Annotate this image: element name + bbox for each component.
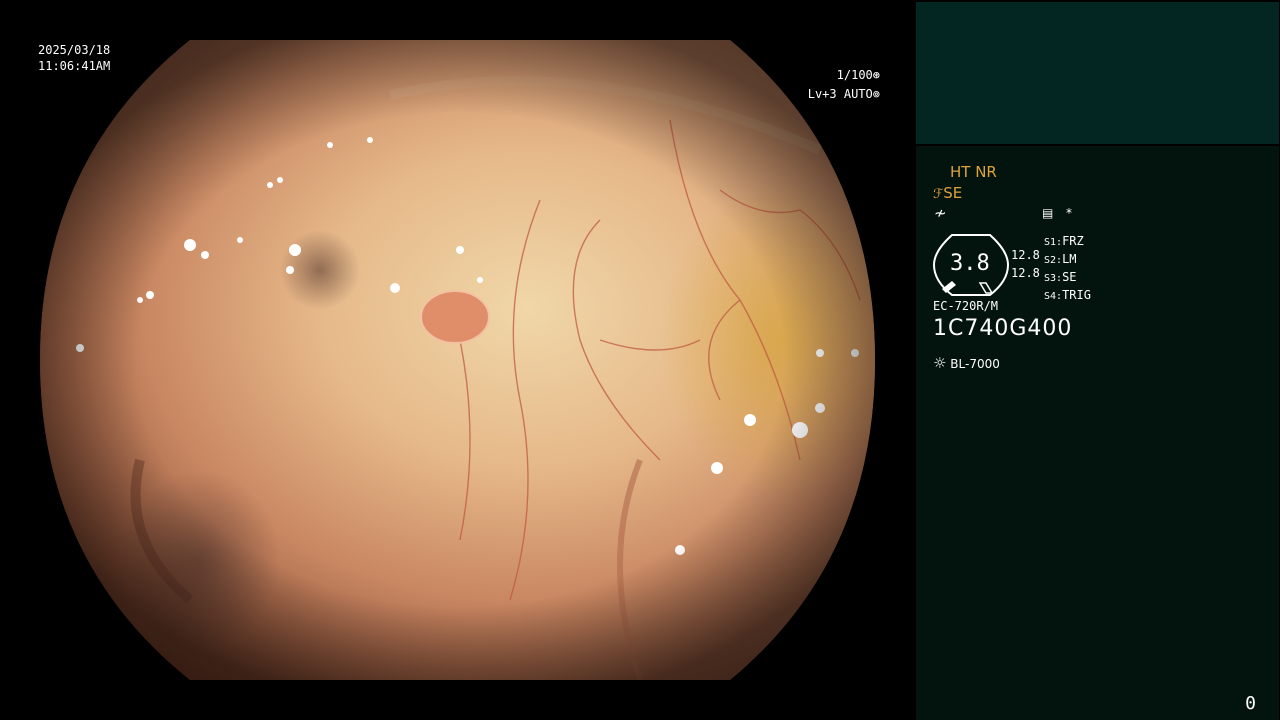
endoscope-image — [40, 40, 875, 680]
asterisk-mark: * — [1066, 206, 1072, 220]
ht-nr-label: HT NR — [950, 163, 997, 181]
exposure-overlay: 1/100⊛ Lv+3 AUTO⊚ — [780, 66, 880, 104]
gauge-value: 3.8 — [950, 251, 990, 276]
date-text: 2025/03/18 — [38, 43, 111, 57]
se-row: ℱSE — [933, 184, 962, 202]
sun-icon: ☼ — [933, 354, 947, 372]
shutter-text: 1/100 — [836, 68, 873, 82]
image-counter: 0 — [1245, 693, 1256, 714]
switch-item: S3:SE — [1044, 270, 1077, 284]
shutter-row: 1/100⊛ — [780, 66, 880, 85]
light-source-label: BL-7000 — [950, 357, 1000, 371]
switch-item: S2:LM — [1044, 252, 1077, 266]
level-row: Lv+3 AUTO⊚ — [780, 85, 880, 104]
enhance-icon: ℱ — [933, 187, 944, 202]
endoscope-view — [40, 40, 880, 680]
level-text: Lv+3 AUTO — [807, 87, 873, 101]
se-label: SE — [943, 184, 963, 202]
gauge: 3.8 — [932, 233, 1010, 297]
scope-model: EC-720R/M — [933, 299, 999, 313]
time-text: 11:06:41AM — [38, 59, 111, 73]
switch-item: S1:FRZ — [1044, 234, 1084, 248]
datetime-overlay: 2025/03/18 11:06:41AM — [38, 42, 110, 74]
aperture-icon: ⊛ — [872, 68, 880, 82]
auto-mode-icon: ⊚ — [872, 87, 880, 101]
memo-icon: ▤ — [1042, 206, 1054, 220]
gauge-left-2: 12.8 — [1011, 266, 1040, 280]
gauge-left-1: 12.8 — [1011, 248, 1040, 262]
light-source-row: ☼ BL-7000 — [933, 354, 1000, 372]
switch-list: S1:FRZ S2:LM S3:SE S4:TRIG — [1044, 233, 1091, 305]
switch-item: S4:TRIG — [1044, 288, 1091, 302]
not-equal-icon: ≁ — [934, 204, 947, 222]
scope-serial: 1C740G400 — [933, 316, 1073, 341]
info-panel-top — [916, 2, 1279, 144]
